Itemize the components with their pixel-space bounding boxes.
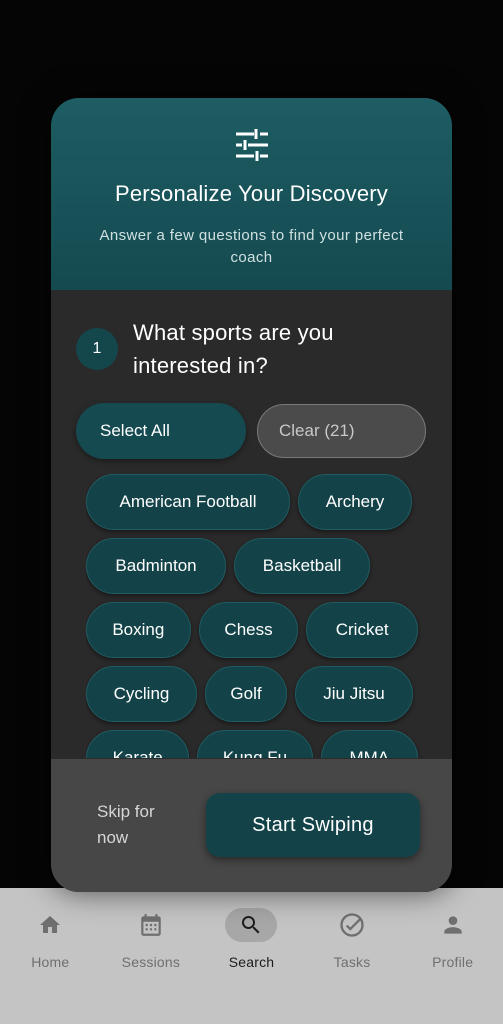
question-block: 1 What sports are you interested in? [76, 316, 393, 382]
sport-chip-cycling[interactable]: Cycling [86, 666, 197, 722]
nav-home[interactable]: Home [0, 888, 100, 1024]
nav-label-tasks: Tasks [333, 954, 371, 970]
modal-header: Personalize Your Discovery Answer a few … [51, 98, 452, 290]
sport-chip-jiu-jitsu[interactable]: Jiu Jitsu [295, 666, 413, 722]
nav-label-home: Home [31, 954, 70, 970]
start-swiping-button[interactable]: Start Swiping [206, 793, 420, 857]
chip-row: Boxing Chess Cricket [86, 602, 426, 658]
sport-chip-american-football[interactable]: American Football [86, 474, 290, 530]
chip-row: American Football Archery [86, 474, 426, 530]
person-icon [427, 908, 479, 942]
sport-chip-badminton[interactable]: Badminton [86, 538, 226, 594]
personalize-modal: Personalize Your Discovery Answer a few … [51, 98, 452, 892]
nav-search[interactable]: Search [201, 888, 301, 1024]
sport-chip-archery[interactable]: Archery [298, 474, 412, 530]
skip-for-now-button[interactable]: Skip for now [97, 799, 187, 851]
home-icon [24, 908, 76, 942]
bottom-nav: Home Sessions Search Tasks Profile [0, 888, 503, 1024]
modal-title: Personalize Your Discovery [114, 181, 388, 206]
sport-chip-karate[interactable]: Karate [86, 730, 190, 758]
tune-sliders-icon [234, 128, 270, 167]
task-check-icon [326, 908, 378, 942]
nav-profile[interactable]: Profile [403, 888, 503, 1024]
chip-row: Karate Kung Fu MMA [86, 730, 426, 758]
chip-row: Badminton Basketball [86, 538, 426, 594]
sport-chip-cricket[interactable]: Cricket [306, 602, 418, 658]
question-number-badge: 1 [76, 328, 118, 370]
question-text: What sports are you interested in? [133, 320, 334, 378]
calendar-icon [125, 908, 177, 942]
sport-chip-chess[interactable]: Chess [198, 602, 299, 658]
nav-tasks[interactable]: Tasks [302, 888, 402, 1024]
sport-chip-boxing[interactable]: Boxing [86, 602, 191, 658]
sport-chip-mma[interactable]: MMA [320, 730, 418, 758]
app-screen: Home Sessions Search Tasks Profile Perso… [0, 0, 503, 1024]
sport-chip-basketball[interactable]: Basketball [234, 538, 370, 594]
nav-label-search: Search [228, 954, 275, 970]
select-all-button[interactable]: Select All [76, 403, 246, 459]
nav-label-profile: Profile [432, 954, 474, 970]
modal-footer: Skip for now Start Swiping [51, 759, 452, 892]
nav-sessions[interactable]: Sessions [101, 888, 201, 1024]
modal-subtitle: Answer a few questions to find your perf… [99, 227, 404, 266]
chip-row: Cycling Golf Jiu Jitsu [86, 666, 426, 722]
sport-chip-list: American Football Archery Badminton Bask… [86, 474, 426, 758]
search-icon [225, 908, 278, 942]
sport-chip-kung-fu[interactable]: Kung Fu [197, 730, 313, 758]
clear-button[interactable]: Clear (21) [257, 404, 426, 458]
sport-chip-golf[interactable]: Golf [205, 666, 287, 722]
nav-label-sessions: Sessions [121, 954, 181, 970]
